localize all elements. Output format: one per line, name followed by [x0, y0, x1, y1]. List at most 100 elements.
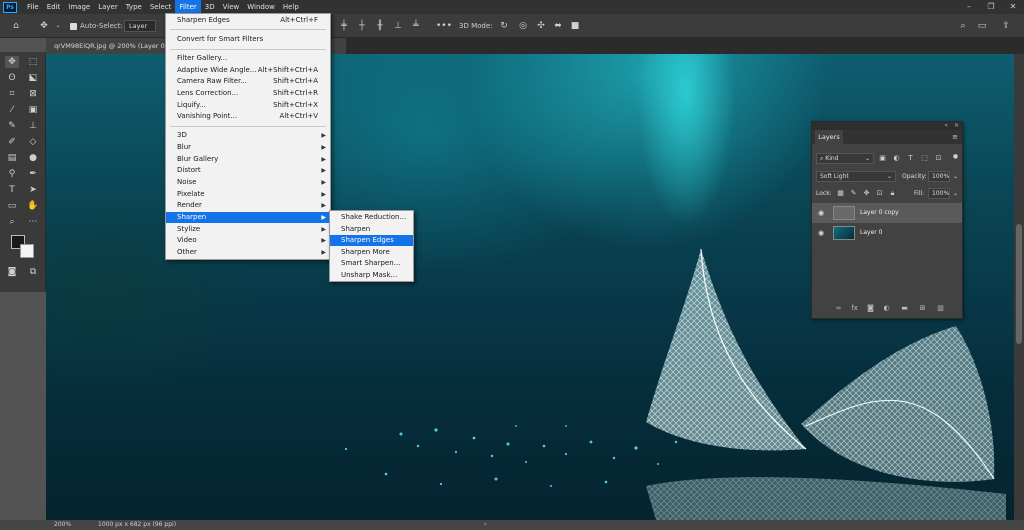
chevron-down-icon[interactable]: ⌄: [953, 171, 958, 182]
home-icon[interactable]: ⌂: [10, 20, 22, 32]
adjustment-icon[interactable]: ◐: [882, 304, 891, 313]
auto-select-checkbox[interactable]: [70, 23, 77, 30]
menu-item-adaptive-wide-angle[interactable]: Adaptive Wide Angle... Alt+Shift+Ctrl+A: [166, 65, 330, 76]
collapse-icon[interactable]: «: [944, 122, 948, 130]
blend-mode-select[interactable]: Soft Light: [816, 171, 896, 182]
fx-icon[interactable]: fx: [850, 304, 859, 313]
menu-item-camera-raw[interactable]: Camera Raw Filter... Shift+Ctrl+A: [166, 76, 330, 87]
align-icon[interactable]: ╪: [338, 20, 350, 32]
submenu-distort[interactable]: Distort ▶: [166, 165, 330, 176]
submenu-3d[interactable]: 3D ▶: [166, 130, 330, 141]
adjustment-filter-icon[interactable]: ◐: [892, 154, 901, 163]
3d-scale-icon[interactable]: ■: [569, 20, 581, 32]
quick-mask-icon[interactable]: ◙: [5, 266, 19, 278]
type-filter-icon[interactable]: T: [906, 154, 915, 163]
zoom-tool-icon[interactable]: ⌕: [5, 216, 19, 228]
align-icon[interactable]: ╧: [410, 20, 422, 32]
stamp-tool-icon[interactable]: ⊥: [26, 120, 40, 132]
menu-select[interactable]: Select: [146, 0, 176, 14]
move-tool-icon[interactable]: ✥: [38, 20, 50, 32]
menu-item-liquify[interactable]: Liquify... Shift+Ctrl+X: [166, 100, 330, 111]
chevron-down-icon[interactable]: ⌄: [52, 20, 64, 32]
layer-row[interactable]: ◉ Layer 0 copy: [812, 203, 962, 223]
submenu-noise[interactable]: Noise ▶: [166, 177, 330, 188]
panel-menu-icon[interactable]: ≡: [952, 130, 958, 144]
brush-tool-icon[interactable]: ✎: [5, 120, 19, 132]
fill-input[interactable]: 100%: [928, 188, 950, 199]
blur-tool-icon[interactable]: ●: [26, 152, 40, 164]
chevron-down-icon[interactable]: ⌄: [953, 188, 958, 199]
menu-3d[interactable]: 3D: [201, 0, 219, 14]
menu-help[interactable]: Help: [279, 0, 303, 14]
eraser-tool-icon[interactable]: ◇: [26, 136, 40, 148]
align-icon[interactable]: ╫: [374, 20, 386, 32]
menu-file[interactable]: File: [23, 0, 43, 14]
menu-layer[interactable]: Layer: [94, 0, 122, 14]
pen-tool-icon[interactable]: ✒: [26, 168, 40, 180]
restore-button[interactable]: ❐: [980, 0, 1002, 14]
menu-item-sharpen-edges[interactable]: Sharpen Edges: [330, 235, 413, 246]
link-icon[interactable]: ∞: [834, 304, 843, 313]
submenu-other[interactable]: Other ▶: [166, 247, 330, 258]
new-layer-icon[interactable]: ⊞: [918, 304, 927, 313]
3d-roll-icon[interactable]: ◎: [517, 20, 529, 32]
mask-icon[interactable]: ◙: [866, 304, 875, 313]
workspace-icon[interactable]: ▭: [976, 20, 988, 32]
folder-icon[interactable]: ▬: [900, 304, 909, 313]
menu-item-unsharp-mask[interactable]: Unsharp Mask...: [330, 270, 413, 281]
crop-tool-icon[interactable]: ⌗: [5, 88, 19, 100]
menu-filter[interactable]: Filter: [175, 0, 201, 14]
menu-item-last-filter[interactable]: Sharpen Edges Alt+Ctrl+F: [166, 15, 330, 26]
more-options-icon[interactable]: •••: [436, 20, 452, 32]
3d-rotate-icon[interactable]: ↻: [498, 20, 510, 32]
layer-name[interactable]: Layer 0 copy: [860, 203, 899, 223]
quick-select-tool-icon[interactable]: ⬕: [26, 72, 40, 84]
minimize-button[interactable]: –: [958, 0, 980, 14]
trash-icon[interactable]: ▥: [936, 304, 945, 313]
layer-row[interactable]: ◉ Layer 0: [812, 223, 962, 243]
filter-kind-select[interactable]: ⌕ Kind ⌄: [816, 153, 874, 164]
align-icon[interactable]: ⊥: [392, 20, 404, 32]
gradient-tool-icon[interactable]: ▤: [5, 152, 19, 164]
menu-type[interactable]: Type: [122, 0, 146, 14]
scrollbar-thumb[interactable]: [1016, 224, 1022, 344]
visibility-eye-icon[interactable]: ◉: [818, 229, 827, 237]
more-tools-icon[interactable]: ⋯: [26, 216, 40, 228]
shape-tool-icon[interactable]: ▭: [5, 200, 19, 212]
screen-mode-icon[interactable]: ⧉: [26, 266, 40, 278]
frame-tool-icon[interactable]: ⊠: [26, 88, 40, 100]
spot-healing-tool-icon[interactable]: ▣: [26, 104, 40, 116]
opacity-input[interactable]: 100%: [928, 171, 950, 182]
close-icon[interactable]: ✕: [954, 122, 959, 130]
eyedropper-tool-icon[interactable]: ⁄: [5, 104, 19, 116]
filter-toggle-icon[interactable]: ●: [951, 152, 960, 161]
submenu-sharpen[interactable]: Sharpen ▶: [166, 212, 330, 223]
marquee-tool-icon[interactable]: ⬚: [26, 56, 40, 68]
smart-object-filter-icon[interactable]: ⊡: [934, 154, 943, 163]
hand-tool-icon[interactable]: ✋: [26, 200, 40, 212]
history-brush-tool-icon[interactable]: ✐: [5, 136, 19, 148]
menu-edit[interactable]: Edit: [43, 0, 65, 14]
submenu-render[interactable]: Render ▶: [166, 200, 330, 211]
auto-select-target-select[interactable]: Layer: [124, 20, 156, 32]
menu-item-sharpen-more[interactable]: Sharpen More: [330, 247, 413, 258]
lock-all-icon[interactable]: 🔒︎: [888, 189, 897, 198]
3d-pan-icon[interactable]: ✣: [535, 20, 547, 32]
menu-item-shake-reduction[interactable]: Shake Reduction...: [330, 212, 413, 223]
share-icon[interactable]: ⇪: [1000, 20, 1012, 32]
menu-item-filter-gallery[interactable]: Filter Gallery...: [166, 53, 330, 64]
pixel-filter-icon[interactable]: ▣: [878, 154, 887, 163]
shape-filter-icon[interactable]: ⬚: [920, 154, 929, 163]
lock-artboard-icon[interactable]: ⊡: [875, 189, 884, 198]
submenu-video[interactable]: Video ▶: [166, 235, 330, 246]
menu-item-smart-sharpen[interactable]: Smart Sharpen...: [330, 258, 413, 269]
type-tool-icon[interactable]: T: [5, 184, 19, 196]
chevron-right-icon[interactable]: ›: [484, 520, 486, 530]
menu-item-sharpen[interactable]: Sharpen: [330, 224, 413, 235]
panel-header[interactable]: « ✕: [812, 122, 962, 130]
zoom-level[interactable]: 200%: [54, 520, 71, 530]
submenu-pixelate[interactable]: Pixelate ▶: [166, 189, 330, 200]
vertical-scrollbar[interactable]: [1014, 54, 1024, 520]
align-icon[interactable]: ┼: [356, 20, 368, 32]
menu-image[interactable]: Image: [64, 0, 94, 14]
